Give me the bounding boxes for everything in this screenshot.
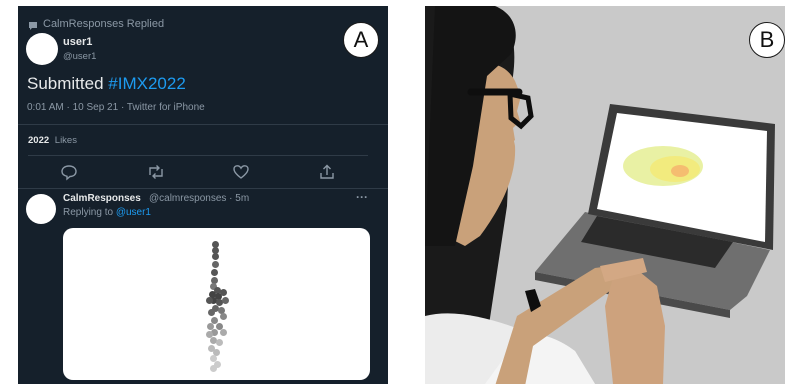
replying-to-line: Replying to @user1 (63, 207, 151, 218)
more-options-icon[interactable]: ··· (356, 190, 368, 204)
likes-count: 2022 (28, 135, 50, 146)
plot-dot (216, 339, 223, 346)
user-with-laptop-illustration (425, 6, 775, 384)
reply-icon[interactable] (59, 162, 79, 182)
replying-to-handle[interactable]: @user1 (116, 207, 151, 218)
plot-dot (222, 297, 229, 304)
plot-dot (220, 329, 227, 336)
dot-plot (63, 228, 370, 380)
plot-dot (206, 297, 213, 304)
plot-dot (210, 365, 217, 372)
tweet-meta: 0:01 AM · 10 Sep 21 · Twitter for iPhone (27, 102, 205, 113)
avatar[interactable] (26, 33, 58, 65)
likes-row[interactable]: 2022 Likes (28, 135, 77, 146)
reply-attached-image[interactable] (63, 228, 370, 380)
reply-avatar[interactable] (26, 194, 56, 224)
speech-bubble-icon (29, 22, 37, 30)
share-icon[interactable] (317, 162, 337, 182)
retweet-context: CalmResponses Replied (43, 18, 165, 30)
plot-dot (211, 269, 218, 276)
panel-a-badge: A (343, 22, 379, 58)
hashtag-link[interactable]: #IMX2022 (108, 74, 186, 93)
panel-b-badge: B (749, 22, 785, 58)
plot-dot (208, 309, 215, 316)
plot-dot (212, 261, 219, 268)
tweet-text-body: Submitted (27, 74, 104, 93)
likes-label: Likes (54, 135, 77, 146)
like-icon[interactable] (231, 162, 251, 182)
retweet-icon[interactable] (146, 162, 166, 182)
twitter-screenshot-panel: CalmResponses Replied A user1 @user1 Sub… (18, 6, 388, 384)
replying-to-label: Replying to (63, 207, 114, 218)
divider (18, 188, 388, 189)
illustration-panel: B (425, 6, 785, 384)
reply-handle-time[interactable]: @calmresponses · 5m (149, 193, 249, 204)
tweet-text: Submitted #IMX2022 (27, 74, 186, 94)
user-name[interactable]: user1 (63, 36, 92, 48)
user-handle[interactable]: @user1 (63, 51, 96, 62)
plot-dot (220, 313, 227, 320)
reply-name[interactable]: CalmResponses (63, 193, 141, 204)
plot-dot (220, 289, 227, 296)
divider (28, 155, 368, 156)
divider (18, 124, 388, 125)
plot-dot (212, 253, 219, 260)
